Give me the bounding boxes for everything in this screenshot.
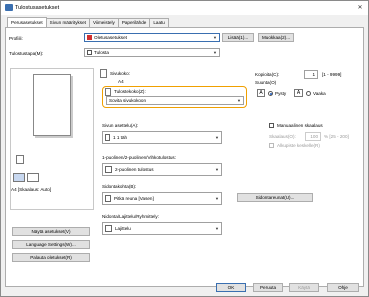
- binding-select-icon: [105, 195, 111, 202]
- chevron-down-icon: ▼: [215, 135, 219, 140]
- center-checkbox[interactable]: [269, 143, 274, 148]
- tab-strip: Perusasetukset Sivun määritykset Viimeis…: [7, 17, 169, 27]
- staple-icon[interactable]: [27, 173, 39, 182]
- printer-icon: [5, 4, 13, 11]
- add-profile-button[interactable]: Lisää(1)...: [222, 33, 254, 42]
- duplex-select-icon: [105, 166, 112, 173]
- output-size-label: Tulostekoko(Z):: [114, 89, 146, 94]
- duplex-value: 2-puolinen tulostus: [115, 167, 154, 172]
- chevron-down-icon: ▼: [215, 167, 219, 172]
- chevron-down-icon: ▼: [213, 50, 217, 55]
- layout-value: 1 1 täh: [113, 135, 128, 140]
- tab-finishing[interactable]: Viimeistely: [88, 18, 119, 27]
- page-preview: [33, 74, 71, 136]
- chevron-down-icon: ▼: [215, 226, 219, 231]
- duplex-label: 1-puolinen/2-puolinen/Vihkotulostus:: [102, 155, 176, 160]
- duplex-icon[interactable]: [13, 173, 25, 182]
- edit-profile-button[interactable]: Muokkaa(2)...: [258, 33, 294, 42]
- print-icon: [87, 50, 92, 55]
- collate-select[interactable]: Lajittelu ▼: [102, 222, 222, 235]
- apply-button[interactable]: Käytä: [289, 283, 319, 292]
- binding-margin-button[interactable]: Sidontareunat(U)...: [237, 193, 313, 202]
- page-size-value: A4: [118, 79, 124, 84]
- ok-button[interactable]: OK: [216, 283, 246, 292]
- portrait-radio[interactable]: [268, 91, 273, 96]
- close-icon[interactable]: ✕: [353, 3, 367, 13]
- portrait-label: Pysty: [275, 91, 287, 96]
- language-settings-button[interactable]: Language Settings(W)...: [12, 240, 90, 249]
- page-size-label: Sivukoko:: [110, 71, 130, 76]
- center-label: Alkupiste keskelle(R): [277, 143, 320, 148]
- output-method-label: Tulostustapa(M):: [9, 51, 44, 56]
- layout-select[interactable]: 1 1 täh ▼: [102, 131, 222, 144]
- copies-range: [1 - 9999]: [322, 72, 342, 77]
- manual-scaling-label: Manuaalinen skaalaus: [277, 123, 323, 128]
- binding-select[interactable]: Pitkä reuna [Vasen] ▼: [102, 192, 222, 205]
- print-settings-window: Tulostusasetukset ✕ Perusasetukset Sivun…: [0, 0, 369, 297]
- output-size-select[interactable]: Sovita sivukokoon ▼: [106, 96, 244, 105]
- copies-input[interactable]: 1: [304, 70, 318, 79]
- manual-scaling-checkbox[interactable]: [269, 123, 274, 128]
- show-settings-button[interactable]: Näytä asetukset(V): [12, 227, 90, 236]
- binding-value: Pitkä reuna [Vasen]: [114, 196, 154, 201]
- orientation-label: Suunta(O): [255, 80, 277, 85]
- chevron-down-icon: ▼: [213, 35, 217, 40]
- preview-caption: A4 [Skaalaus: Auto]: [11, 187, 52, 192]
- page-size-icon: [100, 69, 107, 78]
- collate-select-icon: [105, 225, 112, 232]
- tab-quality[interactable]: Laatu: [149, 18, 169, 27]
- tab-paper-source[interactable]: Paperilähde: [117, 18, 151, 27]
- profile-value: Oletusasetukset: [94, 35, 127, 40]
- landscape-radio[interactable]: [306, 91, 311, 96]
- settings-panel: Profiili: Oletusasetukset ▼ Lisää(1)... M…: [5, 27, 364, 287]
- profile-select[interactable]: Oletusasetukset ▼: [84, 33, 220, 42]
- tab-page-setup[interactable]: Sivun määritykset: [45, 18, 90, 27]
- output-method-value: Tulosta: [94, 50, 109, 55]
- title-bar: Tulostusasetukset ✕: [1, 1, 368, 15]
- scale-range: % [25 - 200]: [324, 134, 349, 139]
- chevron-down-icon: ▼: [237, 98, 241, 103]
- binding-label: Sidontakohta(B):: [102, 184, 137, 189]
- landscape-label: Vaaka: [313, 91, 326, 96]
- output-size-value: Sovita sivukokoon: [109, 98, 147, 103]
- portrait-glyph-icon: A: [257, 89, 265, 97]
- chevron-down-icon: ▼: [215, 196, 219, 201]
- restore-defaults-button[interactable]: Palauta oletukset(R): [12, 253, 90, 262]
- duplex-select[interactable]: 2-puolinen tulostus ▼: [102, 163, 222, 176]
- copies-label: Kopioita(C):: [255, 72, 280, 77]
- cancel-button[interactable]: Peruuta: [253, 283, 283, 292]
- profile-icon: [87, 35, 92, 40]
- scale-input[interactable]: 100: [305, 132, 321, 141]
- tab-basic[interactable]: Perusasetukset: [7, 17, 47, 27]
- layout-label: Sivun asettelu(A):: [102, 123, 139, 128]
- landscape-glyph-icon: A: [294, 89, 303, 97]
- collate-value: Lajittelu: [115, 226, 131, 231]
- collate-label: Nidonta/Lajittelu/Ryhmittely:: [102, 214, 159, 219]
- output-size-icon: [105, 88, 111, 96]
- copies-icon: [16, 155, 24, 164]
- scale-label: Skaalaus(O):: [269, 134, 296, 139]
- output-method-select[interactable]: Tulosta ▼: [84, 48, 220, 57]
- layout-icon: [105, 134, 110, 141]
- profile-label: Profiili:: [9, 36, 23, 41]
- window-title: Tulostusasetukset: [15, 5, 60, 11]
- help-button[interactable]: Ohje: [327, 283, 359, 292]
